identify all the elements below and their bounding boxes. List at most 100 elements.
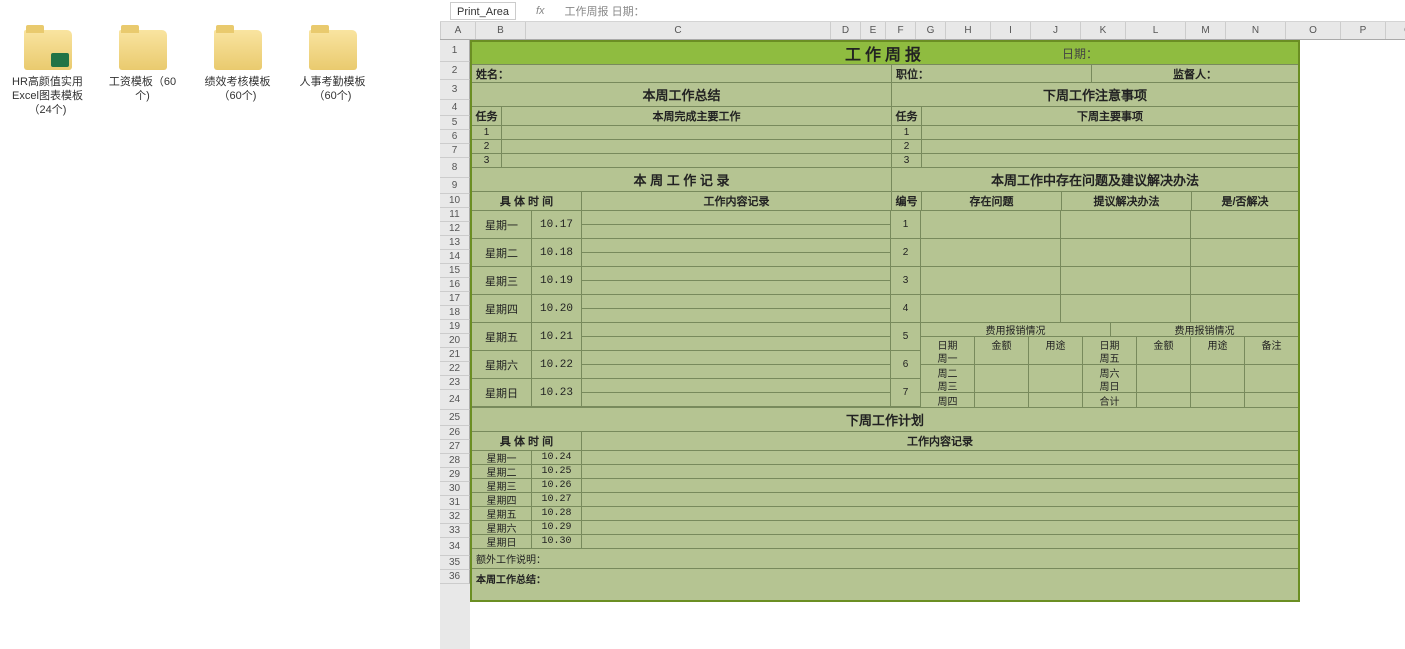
expense-cell[interactable]: [1245, 365, 1298, 379]
expense-cell[interactable]: [1245, 379, 1298, 392]
col-header[interactable]: P: [1341, 22, 1386, 39]
day-block[interactable]: 星期一10.17: [472, 211, 890, 239]
row-header[interactable]: 32: [440, 510, 470, 524]
day-block[interactable]: 星期六10.22: [472, 351, 890, 379]
expense-cell[interactable]: [1245, 351, 1298, 364]
col-header[interactable]: G: [916, 22, 946, 39]
row-header[interactable]: 13: [440, 236, 470, 250]
plan-row[interactable]: 星期日10.30: [472, 534, 1298, 548]
plan-row[interactable]: 星期六10.29: [472, 520, 1298, 534]
expense-cell[interactable]: 周二: [921, 365, 975, 379]
plan-content[interactable]: [582, 479, 1298, 492]
col-header[interactable]: J: [1031, 22, 1081, 39]
task-row[interactable]: 33: [472, 153, 1298, 167]
expense-cell[interactable]: [1029, 351, 1083, 364]
expense-cell[interactable]: [975, 379, 1029, 392]
expense-cell[interactable]: [975, 365, 1029, 379]
expense-cell[interactable]: 周四: [921, 393, 975, 407]
col-header[interactable]: I: [991, 22, 1031, 39]
row-header[interactable]: 24: [440, 390, 470, 410]
issue-row[interactable]: 3: [891, 267, 1298, 295]
suggest-text[interactable]: [1061, 267, 1191, 294]
expense-data-row[interactable]: 7周三周日周四合计: [891, 379, 1298, 407]
name-box[interactable]: Print_Area: [450, 2, 516, 20]
col-header[interactable]: L: [1126, 22, 1186, 39]
task-content[interactable]: [502, 126, 892, 139]
expense-cell[interactable]: [1029, 393, 1083, 407]
suggest-text[interactable]: [1061, 295, 1191, 322]
col-header[interactable]: M: [1186, 22, 1226, 39]
expense-cell[interactable]: [1191, 351, 1245, 364]
day-content[interactable]: [582, 211, 890, 238]
plan-content[interactable]: [582, 493, 1298, 506]
expense-cell[interactable]: [1137, 365, 1191, 379]
row-header[interactable]: 34: [440, 538, 470, 556]
row-header[interactable]: 30: [440, 482, 470, 496]
expense-cell[interactable]: 周五: [1083, 351, 1137, 364]
expense-cell[interactable]: 周日: [1083, 379, 1137, 392]
row-header[interactable]: 23: [440, 376, 470, 390]
expense-cell[interactable]: [1137, 379, 1191, 392]
expense-data-row[interactable]: 6周一周五周二周六: [891, 351, 1298, 379]
week-summary-label[interactable]: 本周工作总结：: [472, 568, 1298, 600]
issue-row[interactable]: 4: [891, 295, 1298, 323]
row-header[interactable]: 17: [440, 292, 470, 306]
expense-cell[interactable]: [975, 393, 1029, 407]
row-header[interactable]: 28: [440, 454, 470, 468]
plan-row[interactable]: 星期一10.24: [472, 450, 1298, 464]
day-content[interactable]: [582, 351, 890, 378]
plan-row[interactable]: 星期二10.25: [472, 464, 1298, 478]
issue-text[interactable]: [921, 267, 1061, 294]
row-header[interactable]: 16: [440, 278, 470, 292]
sheet-area[interactable]: 1234567891011121314151617181920212223242…: [440, 40, 1405, 649]
row-header[interactable]: 19: [440, 320, 470, 334]
issue-text[interactable]: [921, 211, 1061, 238]
expense-cell[interactable]: [1191, 365, 1245, 379]
day-content[interactable]: [582, 323, 890, 350]
next-task-content[interactable]: [922, 140, 1298, 153]
formula-content[interactable]: 工作周报 日期：: [565, 3, 645, 19]
col-header[interactable]: B: [476, 22, 526, 39]
task-content[interactable]: [502, 140, 892, 153]
expense-cell[interactable]: [1029, 379, 1083, 392]
col-header[interactable]: C: [526, 22, 831, 39]
solved-text[interactable]: [1191, 267, 1298, 294]
issue-text[interactable]: [921, 295, 1061, 322]
task-row[interactable]: 22: [472, 139, 1298, 153]
expense-cell[interactable]: 合计: [1083, 393, 1137, 407]
day-content[interactable]: [582, 267, 890, 294]
issue-row[interactable]: 1: [891, 211, 1298, 239]
row-header[interactable]: 27: [440, 440, 470, 454]
col-header[interactable]: K: [1081, 22, 1126, 39]
day-content[interactable]: [582, 379, 890, 406]
plan-content[interactable]: [582, 451, 1298, 464]
plan-row[interactable]: 星期四10.27: [472, 492, 1298, 506]
plan-content[interactable]: [582, 507, 1298, 520]
row-header[interactable]: 8: [440, 158, 470, 178]
next-task-content[interactable]: [922, 126, 1298, 139]
row-header[interactable]: 3: [440, 80, 470, 100]
expense-cell[interactable]: 周六: [1083, 365, 1137, 379]
suggest-text[interactable]: [1061, 211, 1191, 238]
day-content[interactable]: [582, 295, 890, 322]
row-header[interactable]: 18: [440, 306, 470, 320]
row-header[interactable]: 6: [440, 130, 470, 144]
suggest-text[interactable]: [1061, 239, 1191, 266]
folder-item[interactable]: 绩效考核模板（60个): [200, 30, 275, 117]
extra-work-label[interactable]: 额外工作说明：: [472, 548, 1298, 568]
row-header[interactable]: 26: [440, 426, 470, 440]
next-task-content[interactable]: [922, 154, 1298, 167]
expense-cell[interactable]: [1245, 393, 1298, 407]
col-header[interactable]: A: [441, 22, 476, 39]
name-label[interactable]: 姓名：: [472, 65, 892, 82]
row-header[interactable]: 4: [440, 100, 470, 116]
row-header[interactable]: 20: [440, 334, 470, 348]
expense-cell[interactable]: 周一: [921, 351, 975, 364]
row-header[interactable]: 21: [440, 348, 470, 362]
task-row[interactable]: 11: [472, 125, 1298, 139]
row-header[interactable]: 11: [440, 208, 470, 222]
expense-cell[interactable]: 周三: [921, 379, 975, 392]
row-header[interactable]: 15: [440, 264, 470, 278]
expense-cell[interactable]: [1191, 379, 1245, 392]
task-content[interactable]: [502, 154, 892, 167]
